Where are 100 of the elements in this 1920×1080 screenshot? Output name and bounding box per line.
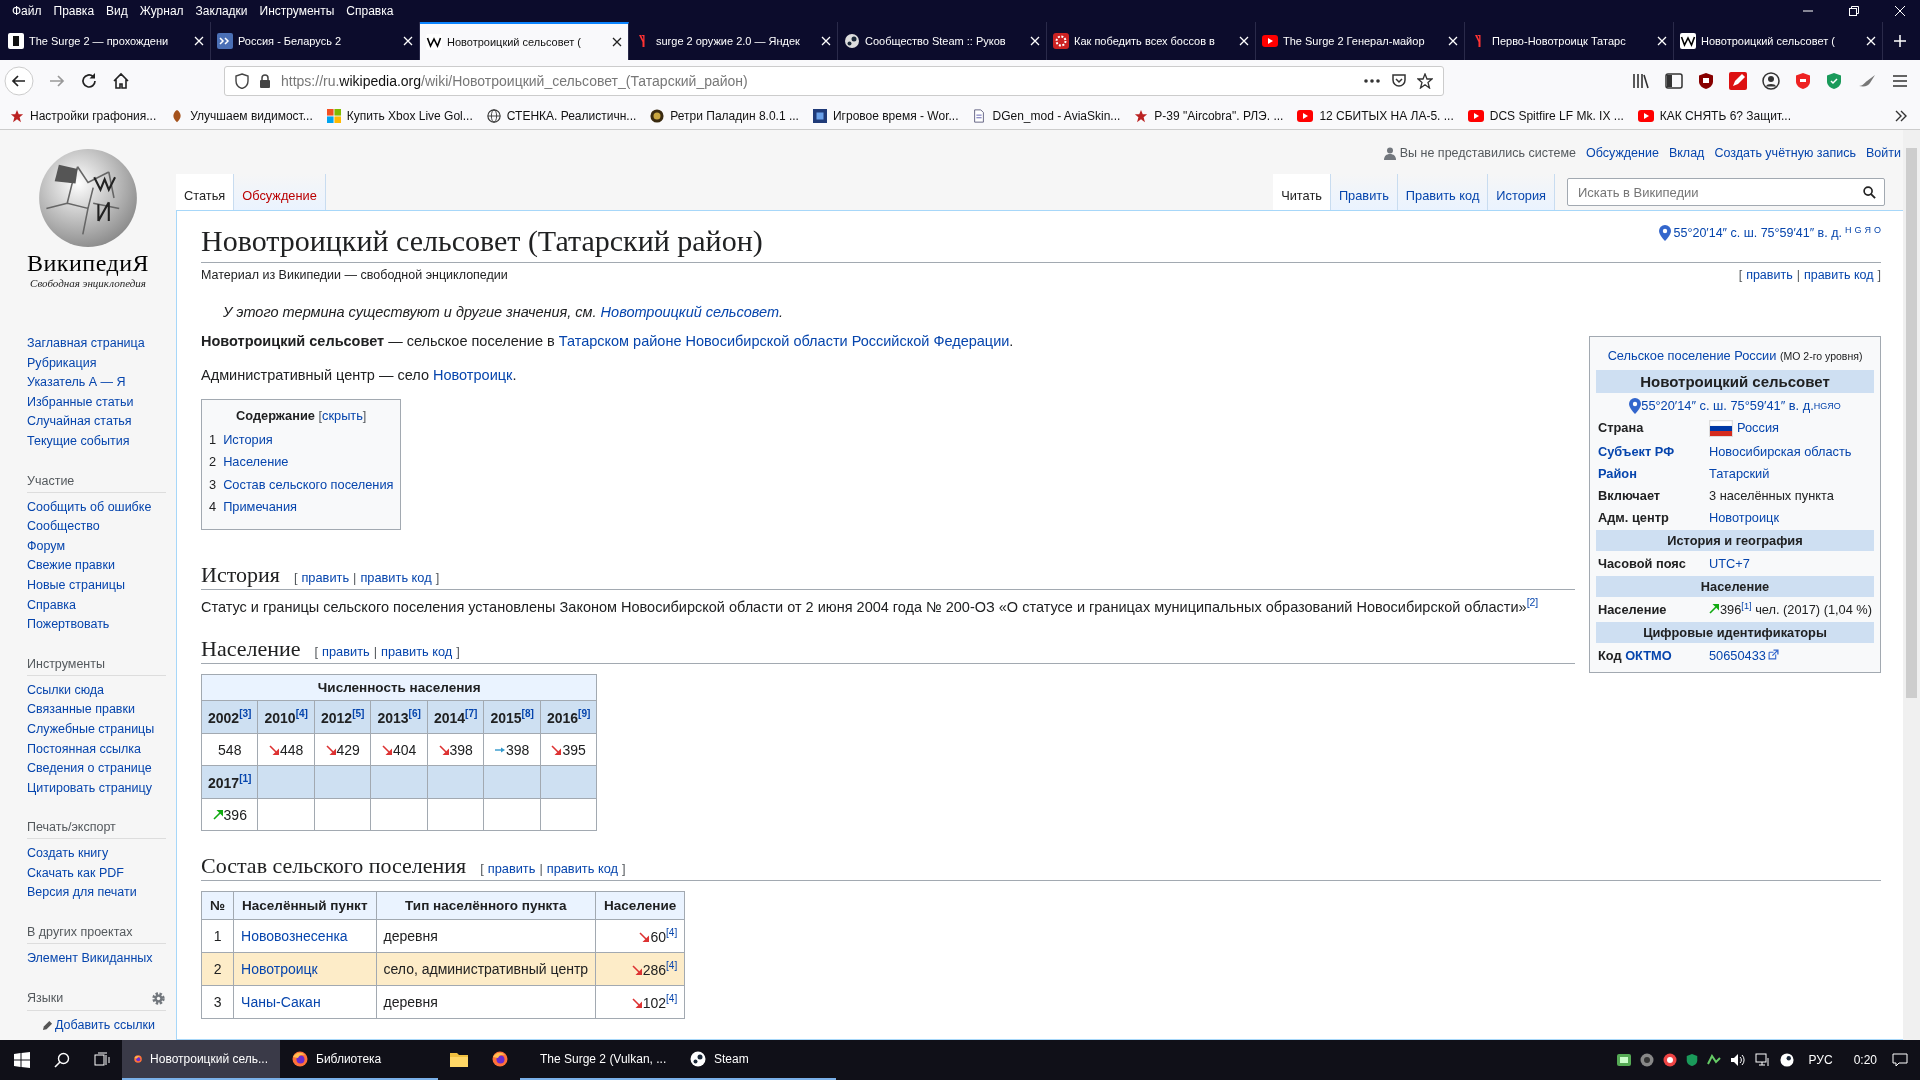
bookmark[interactable]: Ретри Паладин 8.0.1 ... xyxy=(650,108,799,123)
sidebar-link[interactable]: Текущие события xyxy=(27,431,166,452)
menu-item[interactable]: Журнал xyxy=(133,4,190,18)
sidebar-link[interactable]: Указатель А — Я xyxy=(27,373,166,393)
notification-icon[interactable] xyxy=(1892,1053,1908,1067)
view-tab[interactable]: История xyxy=(1488,174,1555,210)
sidebar-link[interactable]: Элемент Викиданных xyxy=(27,949,166,969)
reference-link[interactable]: [1] xyxy=(1741,600,1752,611)
link[interactable]: Новотроицк xyxy=(1709,509,1780,525)
bookmark[interactable]: DCS Spitfire LF Mk. IX ... xyxy=(1467,108,1624,123)
toc-link[interactable]: История xyxy=(223,431,273,447)
map-service-link[interactable]: G xyxy=(1854,225,1862,235)
map-service-link[interactable]: H xyxy=(1813,400,1821,411)
browser-tab[interactable]: Новотроицкий сельсовет ( xyxy=(420,22,629,60)
sidebar-link[interactable]: Скачать как PDF xyxy=(27,863,166,884)
link[interactable]: Новотроицкий сельсовет xyxy=(600,304,779,320)
sidebar-icon[interactable] xyxy=(1665,73,1683,89)
taskbar-app[interactable]: Новотроицкий сель... xyxy=(122,1040,280,1080)
tray-icon[interactable] xyxy=(1616,1054,1631,1066)
account-icon[interactable] xyxy=(1762,72,1780,90)
more-icon[interactable] xyxy=(1363,78,1381,84)
bookmark[interactable]: 12 СБИТЫХ НА ЛА-5. ... xyxy=(1297,108,1454,123)
sidebar-link[interactable]: Постоянная ссылка xyxy=(27,739,166,760)
link[interactable]: Субъект РФ xyxy=(1598,443,1675,459)
reference-link[interactable]: [7] xyxy=(465,708,478,720)
star-icon[interactable] xyxy=(1417,73,1433,89)
input-language[interactable]: РУС xyxy=(1808,1053,1833,1067)
sidebar-link[interactable]: Сообщество xyxy=(27,517,166,537)
pen-icon[interactable] xyxy=(1729,72,1747,90)
menu-item[interactable]: Инструменты xyxy=(253,4,341,18)
page-tab[interactable]: Обсуждение xyxy=(234,174,326,210)
coordinates-link[interactable]: 55°20′14″ с. ш. 75°59′41″ в. д. xyxy=(1673,226,1842,240)
edit-link[interactable]: править xyxy=(322,644,370,660)
reference-link[interactable]: [4] xyxy=(666,927,678,939)
bookmark[interactable]: Р-39 "Aircobra". РЛЭ. ... xyxy=(1134,108,1284,123)
settings-icon[interactable] xyxy=(151,990,166,1006)
edit-link[interactable]: править код xyxy=(546,861,618,877)
coordinates-link[interactable]: 55°20′14″ с. ш. 75°59′41″ в. д. xyxy=(1641,398,1814,414)
link[interactable]: Татарский xyxy=(1709,465,1770,481)
close-icon[interactable] xyxy=(612,37,622,47)
sidebar-link[interactable]: Пожертвовать xyxy=(27,615,166,635)
shield-icon[interactable] xyxy=(235,73,249,89)
sidebar-link[interactable]: Справка xyxy=(27,595,166,616)
link[interactable]: Новотроицк xyxy=(433,367,513,384)
personal-link[interactable]: Вклад xyxy=(1668,146,1705,160)
reference-link[interactable]: [9] xyxy=(578,708,591,720)
link[interactable]: UTC+7 xyxy=(1709,555,1750,571)
edit-link[interactable]: править код xyxy=(381,644,453,660)
sidebar-link[interactable]: Заглавная страница xyxy=(27,334,166,354)
view-tab[interactable]: Читать xyxy=(1273,174,1331,210)
sidebar-link[interactable]: Связанные правки xyxy=(27,700,166,720)
steam-icon[interactable] xyxy=(1779,1053,1794,1067)
bookmark[interactable]: Настройки графония... xyxy=(10,108,157,123)
sidebar-link[interactable]: Свежие правки xyxy=(27,556,166,576)
sidebar-link[interactable]: Создать книгу xyxy=(27,844,166,864)
tray-icon[interactable] xyxy=(1662,1053,1677,1067)
link[interactable]: Россия xyxy=(1737,419,1779,435)
bookmark[interactable]: КАК СНЯТЬ 6? Защит... xyxy=(1637,108,1791,123)
search-field[interactable]: Искать в Википедии xyxy=(1567,178,1885,206)
edit-link[interactable]: править код xyxy=(1803,268,1874,282)
reference-link[interactable]: [4] xyxy=(666,993,678,1005)
map-service-link[interactable]: O xyxy=(1874,225,1881,235)
personal-link[interactable]: Создать учётную запись xyxy=(1714,146,1856,160)
sidebar-link[interactable]: Новые страницы xyxy=(27,575,166,596)
bookmark[interactable]: СТЕНКА. Реалистичн... xyxy=(486,108,637,123)
clock[interactable]: 0:20 xyxy=(1853,1053,1877,1067)
wikipedia-logo[interactable]: ВикипедиЯ Свободная энциклопедия xyxy=(18,146,158,306)
taskbar-app[interactable]: Steam xyxy=(678,1040,836,1080)
link[interactable]: 50650433 xyxy=(1709,648,1766,663)
plus-icon[interactable] xyxy=(1893,34,1907,48)
menu-item[interactable]: Правка xyxy=(47,4,101,18)
scrollbar[interactable] xyxy=(1903,130,1920,1040)
reference-link[interactable]: [6] xyxy=(408,708,421,720)
search-input[interactable]: Искать в Википедии xyxy=(1576,183,1863,201)
link[interactable]: Район xyxy=(1598,465,1637,481)
shield-icon[interactable] xyxy=(1698,72,1714,90)
sidebar-link[interactable]: Версия для печати xyxy=(27,883,166,904)
speaker-icon[interactable] xyxy=(1729,1053,1746,1067)
back-icon[interactable] xyxy=(4,66,34,96)
menu-item[interactable]: Закладки xyxy=(189,4,254,18)
personal-link[interactable]: Войти xyxy=(1866,146,1901,160)
edit-link[interactable]: править xyxy=(301,569,350,585)
restore-icon[interactable] xyxy=(1848,5,1860,17)
address-bar[interactable]: https://ru.wikipedia.org/wiki/Новотроицкий_сельсовет_(Татарский_район) xyxy=(224,66,1444,96)
reference-link[interactable]: [3] xyxy=(239,708,252,720)
category-link[interactable]: Сельское поселение России xyxy=(1607,348,1777,363)
bookmark[interactable]: Купить Xbox Live Gol... xyxy=(326,108,473,123)
taskbar-app[interactable]: Библиотека xyxy=(280,1040,438,1080)
sidebar-link[interactable]: Сведения о странице xyxy=(27,759,166,779)
reference-link[interactable]: [1] xyxy=(239,773,252,785)
edit-link[interactable]: править xyxy=(487,861,536,877)
shield-icon[interactable] xyxy=(1685,1053,1698,1067)
map-service-link[interactable]: G xyxy=(1820,400,1828,411)
search-icon[interactable] xyxy=(54,1052,70,1068)
link[interactable]: Новосибирская область xyxy=(1709,443,1852,459)
sidebar-link[interactable]: Сообщить об ошибке xyxy=(27,497,166,518)
toc-link[interactable]: Население xyxy=(223,454,289,470)
library-icon[interactable] xyxy=(1632,73,1650,89)
toc-link[interactable]: Состав сельского поселения xyxy=(223,476,394,492)
map-service-link[interactable]: H xyxy=(1844,225,1852,235)
